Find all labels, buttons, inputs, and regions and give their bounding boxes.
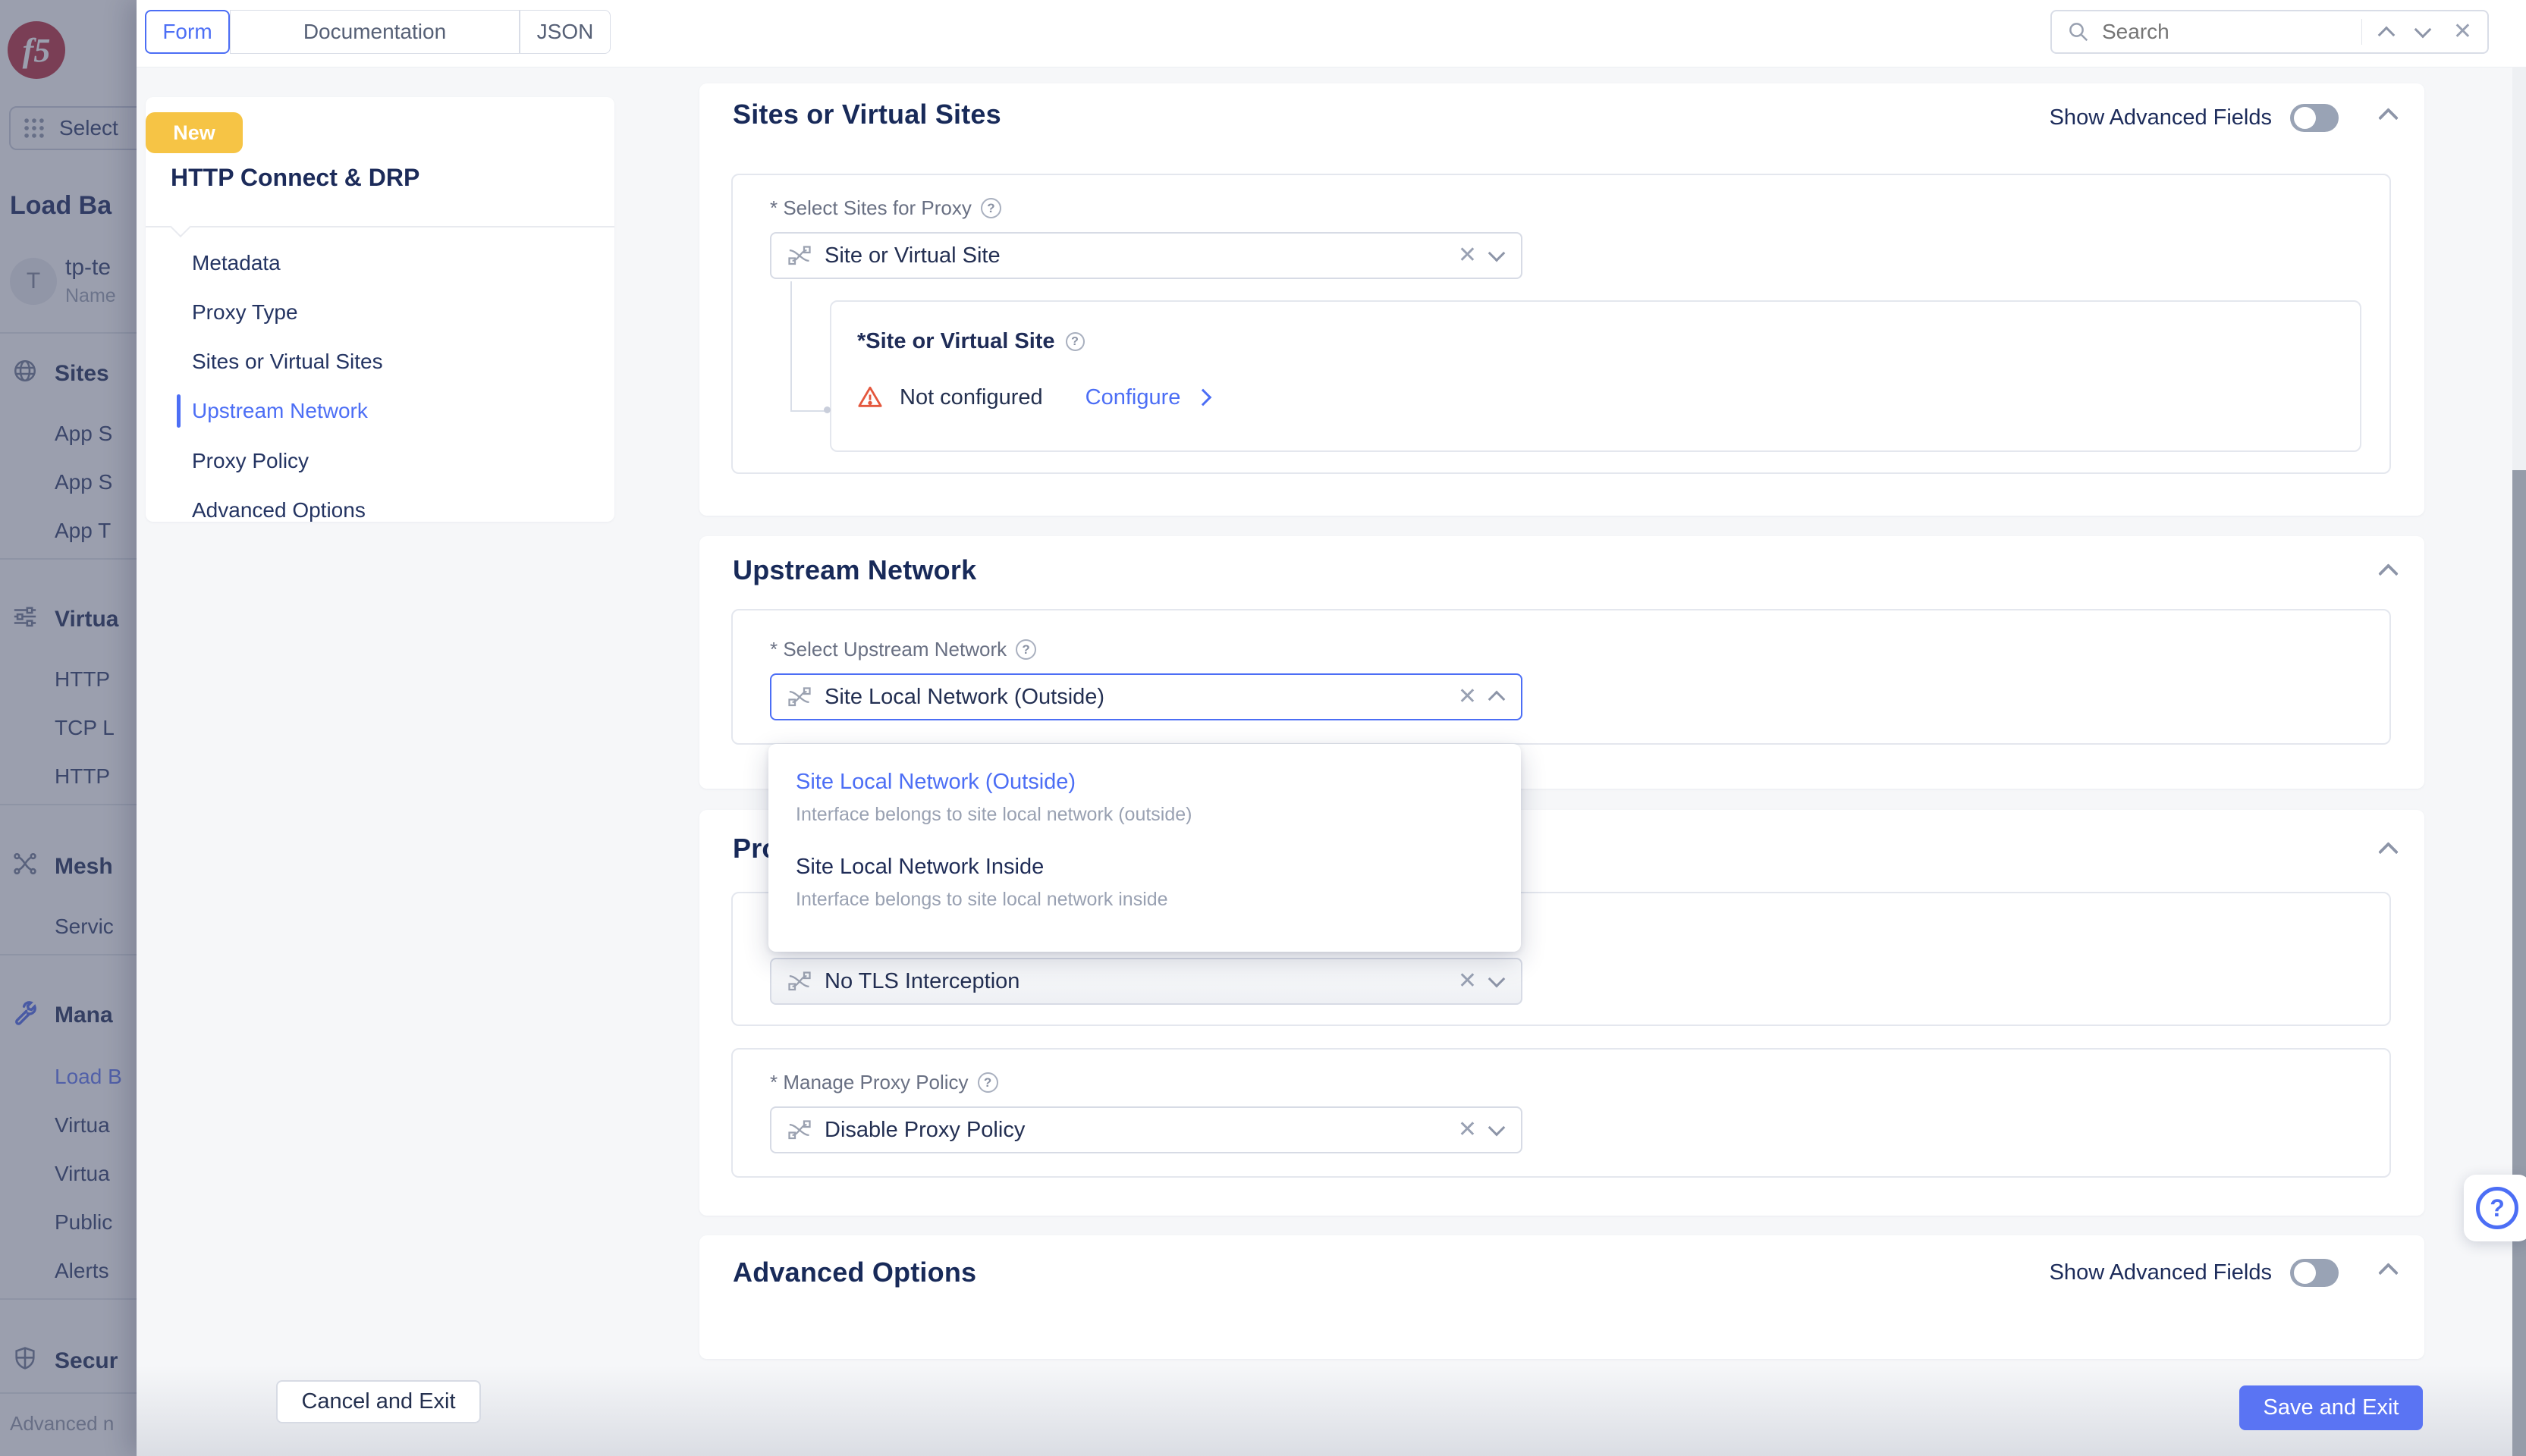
section-sites-card: Sites or Virtual Sites Show Advanced Fie…	[699, 83, 2424, 516]
option-label[interactable]: Site Local Network (Outside)	[796, 770, 1494, 795]
form-title: HTTP Connect & DRP	[171, 164, 420, 191]
chevron-up-icon[interactable]	[1488, 690, 1506, 708]
clear-icon[interactable]: ✕	[1458, 244, 1477, 267]
status-row: Not configured Configure	[857, 384, 2360, 410]
help-circle-icon[interactable]: ?	[977, 1072, 998, 1093]
clear-icon[interactable]: ✕	[1458, 686, 1477, 708]
select-value: No TLS Interception	[825, 968, 1020, 993]
chevron-down-icon[interactable]	[1488, 1119, 1506, 1137]
section-title: Advanced Options	[733, 1257, 977, 1288]
scrollbar-thumb[interactable]	[2512, 470, 2526, 1456]
help-button[interactable]: ?	[2464, 1175, 2526, 1241]
panel-topbar: Form Documentation JSON ✕	[137, 0, 2526, 67]
tab-documentation[interactable]: Documentation	[230, 10, 520, 54]
new-badge: New	[146, 112, 243, 153]
reference-icon	[788, 1120, 811, 1140]
search-next-icon[interactable]	[2414, 20, 2432, 39]
nested-site-box: *Site or Virtual Site ? Not configured C…	[830, 300, 2361, 452]
reference-icon	[788, 246, 811, 265]
form-nav-item-metadata[interactable]: Metadata	[192, 251, 281, 275]
configure-link[interactable]: Configure	[1085, 385, 1181, 410]
warning-icon	[858, 386, 882, 407]
tab-form[interactable]: Form	[145, 10, 230, 54]
editor-panel: Form Documentation JSON ✕ New HTTP Conne…	[137, 0, 2526, 1456]
collapse-section-icon[interactable]	[2378, 563, 2399, 584]
save-button[interactable]: Save and Exit	[2239, 1385, 2423, 1430]
show-advanced-row: Show Advanced Fields	[2049, 103, 2399, 132]
help-circle-icon[interactable]: ?	[1065, 332, 1085, 351]
sites-field-group: * Select Sites for Proxy ? Site or Virtu…	[731, 174, 2391, 474]
question-circle-icon: ?	[2476, 1187, 2518, 1229]
search-prev-icon[interactable]	[2377, 26, 2396, 44]
upstream-field-group: * Select Upstream Network ? Site Local N…	[731, 609, 2391, 745]
reference-icon	[788, 687, 811, 707]
tls-interception-select[interactable]: No TLS Interception ✕	[770, 958, 1522, 1005]
chevron-down-icon[interactable]	[1488, 970, 1506, 988]
sites-for-proxy-select[interactable]: Site or Virtual Site ✕	[770, 232, 1522, 279]
collapse-section-icon[interactable]	[2378, 842, 2399, 862]
divider	[2361, 19, 2362, 45]
field-label: * Manage Proxy Policy	[770, 1071, 969, 1094]
option-label[interactable]: Site Local Network Inside	[796, 855, 1494, 880]
manage-proxy-field-group: * Manage Proxy Policy ? Disable Proxy Po…	[731, 1048, 2391, 1178]
search-close-icon[interactable]: ✕	[2453, 20, 2472, 43]
show-advanced-label: Show Advanced Fields	[2049, 105, 2272, 130]
form-nav-item-proxy-type[interactable]: Proxy Type	[192, 300, 298, 325]
modal-backdrop	[0, 0, 137, 1456]
bottom-gradient	[137, 1365, 2512, 1456]
nested-label: *Site or Virtual Site	[857, 329, 1055, 353]
chevron-right-icon[interactable]	[1195, 388, 1212, 406]
search-box[interactable]: ✕	[2050, 10, 2489, 54]
reference-icon	[788, 971, 811, 991]
connector-dot	[824, 406, 831, 413]
form-nav-item-proxy-policy[interactable]: Proxy Policy	[192, 449, 309, 473]
status-text: Not configured	[900, 384, 1043, 410]
clear-icon[interactable]: ✕	[1458, 1119, 1477, 1141]
section-title: Upstream Network	[733, 554, 977, 585]
chevron-down-icon[interactable]	[1488, 244, 1506, 262]
cancel-button[interactable]: Cancel and Exit	[276, 1380, 481, 1423]
help-circle-icon[interactable]: ?	[980, 198, 1001, 218]
select-value: Disable Proxy Policy	[825, 1117, 1026, 1142]
dropdown-option[interactable]: Site Local Network (Outside) Interface b…	[796, 770, 1494, 826]
collapse-section-icon[interactable]	[2378, 1262, 2399, 1283]
field-label-row: * Select Upstream Network ?	[770, 638, 2352, 661]
form-nav-item-upstream-network[interactable]: Upstream Network	[192, 399, 368, 423]
show-advanced-toggle[interactable]	[2290, 1258, 2339, 1287]
section-advanced-card: Advanced Options Show Advanced Fields	[699, 1235, 2424, 1359]
section-title: Sites or Virtual Sites	[733, 99, 1001, 130]
option-description: Interface belongs to site local network …	[796, 804, 1192, 825]
option-description: Interface belongs to site local network …	[796, 889, 1168, 910]
help-circle-icon[interactable]: ?	[1016, 639, 1037, 660]
search-icon	[2069, 23, 2088, 42]
upstream-network-select[interactable]: Site Local Network (Outside) ✕	[770, 673, 1522, 720]
active-indicator	[177, 394, 181, 428]
divider	[146, 226, 614, 228]
connector-line	[790, 281, 792, 412]
form-nav-card: New HTTP Connect & DRP Metadata Proxy Ty…	[146, 97, 614, 522]
show-advanced-toggle[interactable]	[2290, 103, 2339, 132]
select-value: Site Local Network (Outside)	[825, 684, 1105, 709]
form-nav-item-advanced-options[interactable]: Advanced Options	[192, 498, 366, 522]
field-label: * Select Upstream Network	[770, 638, 1007, 661]
upstream-network-dropdown: Site Local Network (Outside) Interface b…	[768, 744, 1521, 952]
show-advanced-label: Show Advanced Fields	[2049, 1260, 2272, 1285]
select-value: Site or Virtual Site	[825, 243, 1001, 268]
manage-proxy-policy-select[interactable]: Disable Proxy Policy ✕	[770, 1106, 1522, 1153]
divider-notch	[169, 215, 192, 238]
show-advanced-row: Show Advanced Fields	[2049, 1258, 2399, 1287]
search-input[interactable]	[2100, 19, 2351, 45]
nested-label-row: *Site or Virtual Site ?	[857, 329, 2360, 354]
tab-json[interactable]: JSON	[520, 10, 611, 54]
connector-line	[790, 410, 825, 412]
dropdown-option[interactable]: Site Local Network Inside Interface belo…	[796, 855, 1494, 911]
clear-icon[interactable]: ✕	[1458, 970, 1477, 993]
field-label-row: * Manage Proxy Policy ?	[770, 1071, 2352, 1094]
collapse-section-icon[interactable]	[2378, 107, 2399, 128]
form-nav-item-sites[interactable]: Sites or Virtual Sites	[192, 350, 383, 374]
field-label-row: * Select Sites for Proxy ?	[770, 196, 2352, 220]
field-label: * Select Sites for Proxy	[770, 196, 972, 219]
